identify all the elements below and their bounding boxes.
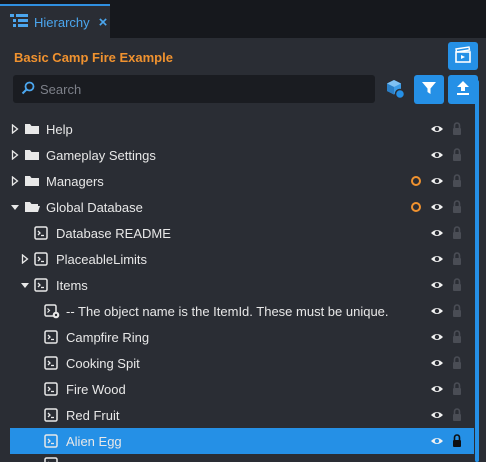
tree-row[interactable]: Global Database — [0, 194, 474, 220]
folder-open-icon — [24, 200, 40, 216]
chevron-right-icon[interactable] — [20, 254, 30, 264]
script-icon — [34, 252, 48, 269]
tree-row[interactable]: Cooking Spit — [0, 350, 474, 376]
upload-icon — [455, 80, 471, 99]
tree-row[interactable]: PlaceableLimits — [0, 246, 474, 272]
tab-bar: Hierarchy × — [0, 0, 486, 38]
eye-icon[interactable] — [430, 305, 444, 317]
tree-row-label: -- The object name is the ItemId. These … — [66, 304, 389, 319]
script-icon — [44, 356, 58, 373]
eye-icon[interactable] — [430, 201, 444, 213]
eye-icon[interactable] — [430, 123, 444, 135]
project-title: Basic Camp Fire Example — [14, 50, 173, 65]
tab-title: Hierarchy — [34, 14, 90, 30]
lock-icon[interactable] — [452, 226, 462, 239]
tree-row[interactable]: Managers — [0, 168, 474, 194]
play-mode-button[interactable] — [448, 42, 478, 70]
tree-row[interactable]: Items — [0, 272, 474, 298]
tree-row[interactable]: Alien Egg — [10, 428, 474, 454]
tree-row-label: Gameplay Settings — [46, 148, 156, 163]
eye-icon[interactable] — [430, 383, 444, 395]
upload-button[interactable] — [448, 75, 478, 104]
script-icon — [34, 278, 48, 295]
filter-button[interactable] — [414, 75, 444, 104]
eye-icon[interactable] — [430, 357, 444, 369]
tree-row[interactable]: -- The object name is the ItemId. These … — [0, 298, 474, 324]
modified-indicator — [411, 202, 421, 212]
script-icon — [44, 457, 58, 462]
tree-row-label: Help — [46, 122, 73, 137]
lock-icon[interactable] — [452, 174, 462, 187]
tree-row-label: PlaceableLimits — [56, 252, 148, 267]
folder-icon — [24, 148, 40, 164]
tree-row-label: Fire Wood — [66, 382, 126, 397]
tree-row-label: Red Fruit — [66, 408, 120, 423]
filter-icon — [421, 80, 437, 99]
folder-icon — [24, 174, 40, 190]
tree-row-label: Cooking Spit — [66, 356, 140, 371]
search-box[interactable] — [13, 75, 375, 103]
hierarchy-tree: Help Gameplay Settings Managers Global Data… — [0, 116, 474, 462]
tree-row-label: Alien Egg — [66, 434, 122, 449]
lock-icon[interactable] — [452, 382, 462, 395]
chevron-right-icon[interactable] — [10, 176, 20, 186]
search-icon — [21, 81, 35, 98]
folder-icon — [24, 122, 40, 138]
lock-icon[interactable] — [452, 148, 462, 161]
tree-row-label: Database README — [56, 226, 171, 241]
tab-hierarchy[interactable]: Hierarchy × — [0, 4, 110, 38]
lock-icon[interactable] — [452, 122, 462, 135]
lock-icon[interactable] — [452, 330, 462, 343]
chevron-right-icon[interactable] — [10, 150, 20, 160]
tree-row-label: Global Database — [46, 200, 143, 215]
eye-icon[interactable] — [430, 409, 444, 421]
chevron-down-icon[interactable] — [10, 202, 20, 212]
eye-icon[interactable] — [430, 175, 444, 187]
eye-icon[interactable] — [430, 227, 444, 239]
scrollbar[interactable] — [475, 80, 479, 462]
script-icon — [34, 226, 48, 243]
hierarchy-panel: Basic Camp Fire Example Search Help Game… — [0, 38, 486, 462]
lock-icon[interactable] — [452, 356, 462, 369]
add-object-icon[interactable] — [384, 78, 406, 100]
close-icon[interactable]: × — [99, 14, 108, 31]
tree-row-label: Items — [56, 278, 88, 293]
lock-icon[interactable] — [452, 408, 462, 421]
lock-icon[interactable] — [452, 304, 462, 317]
script-icon — [44, 408, 58, 425]
eye-icon[interactable] — [430, 331, 444, 343]
tree-row-label: Campfire Ring — [66, 330, 150, 345]
tree-row[interactable]: Campfire Ring — [0, 324, 474, 350]
clapperboard-icon — [454, 45, 472, 67]
hierarchy-icon — [10, 13, 28, 31]
search-input[interactable] — [40, 81, 360, 97]
modified-indicator — [411, 176, 421, 186]
eye-icon[interactable] — [430, 435, 444, 447]
tree-row[interactable]: Database README — [0, 220, 474, 246]
tree-row[interactable]: Gameplay Settings — [0, 142, 474, 168]
script-icon — [44, 330, 58, 347]
lock-icon[interactable] — [452, 252, 462, 265]
tree-row-partial[interactable] — [0, 454, 474, 462]
tree-row-label: Managers — [46, 174, 104, 189]
lock-icon[interactable] — [452, 200, 462, 213]
lock-icon[interactable] — [452, 434, 462, 447]
tree-row[interactable]: Help — [0, 116, 474, 142]
eye-icon[interactable] — [430, 253, 444, 265]
script-icon — [44, 382, 58, 399]
lock-icon[interactable] — [452, 278, 462, 291]
script-icon — [44, 434, 58, 451]
tree-row[interactable]: Fire Wood — [0, 376, 474, 402]
eye-icon[interactable] — [430, 279, 444, 291]
eye-icon[interactable] — [430, 149, 444, 161]
script-gear-icon — [44, 304, 60, 322]
chevron-down-icon[interactable] — [20, 280, 30, 290]
chevron-right-icon[interactable] — [10, 124, 20, 134]
tree-row[interactable]: Red Fruit — [0, 402, 474, 428]
